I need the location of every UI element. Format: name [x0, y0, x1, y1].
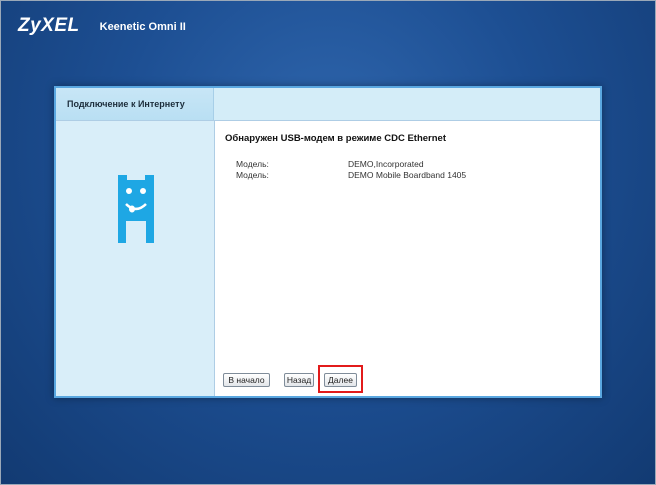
- product-name: Keenetic Omni II: [99, 21, 186, 33]
- info-row: Модель: DEMO Mobile Boardband 1405: [236, 170, 466, 181]
- header: ZyXEL Keenetic Omni II: [18, 12, 186, 40]
- modem-info: Модель: DEMO,Incorporated Модель: DEMO M…: [236, 159, 466, 181]
- zyxel-logo: ZyXEL: [18, 15, 80, 36]
- start-button[interactable]: В начало: [223, 373, 270, 387]
- wizard-panel: Подключение к Интернету Обнаружен USB-мо…: [54, 86, 602, 398]
- page-title: Обнаружен USB-модем в режиме CDC Etherne…: [225, 133, 447, 144]
- content-area: Обнаружен USB-модем в режиме CDC Etherne…: [215, 121, 600, 396]
- info-value: DEMO Mobile Boardband 1405: [348, 170, 467, 180]
- info-row: Модель: DEMO,Incorporated: [236, 159, 466, 170]
- panel-header: Подключение к Интернету: [56, 88, 600, 121]
- info-label: Модель:: [236, 170, 269, 180]
- tab-internet-connection[interactable]: Подключение к Интернету: [56, 88, 214, 120]
- info-label: Модель:: [236, 159, 269, 169]
- keenetic-mascot-icon: [118, 175, 154, 243]
- info-value: DEMO,Incorporated: [348, 159, 424, 169]
- back-button[interactable]: Назад: [284, 373, 314, 387]
- next-button[interactable]: Далее: [324, 373, 357, 387]
- sidebar: [56, 121, 215, 396]
